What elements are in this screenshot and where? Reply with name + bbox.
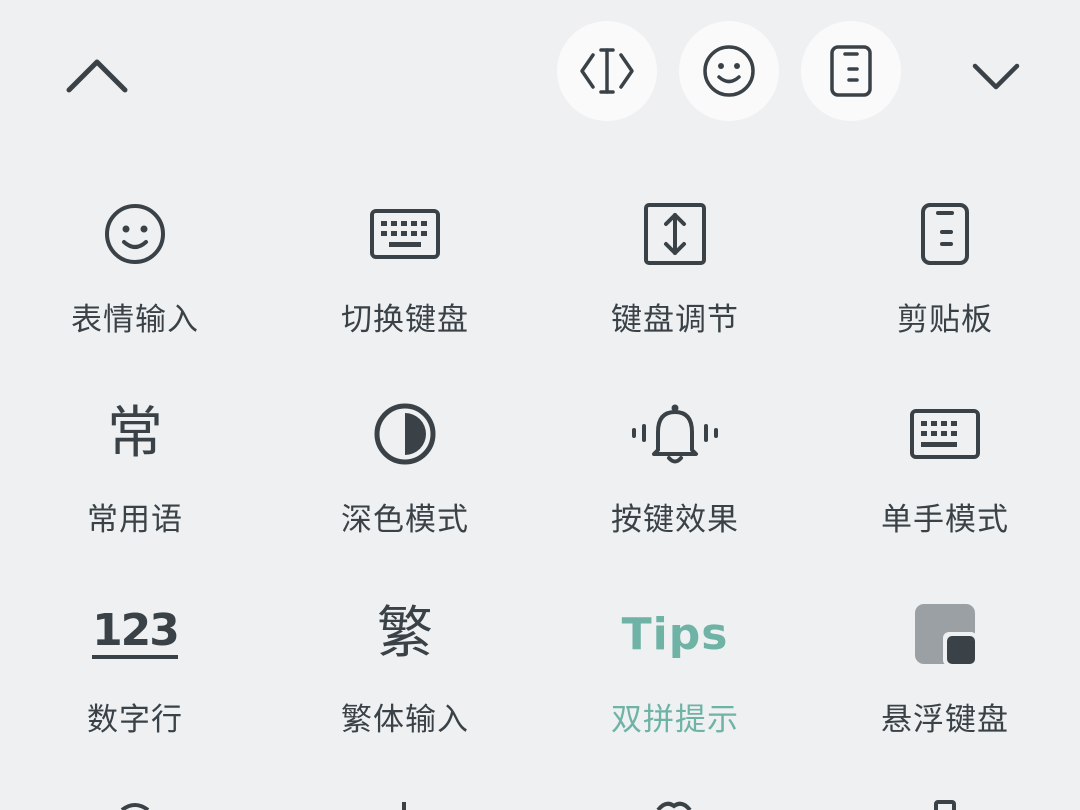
clipboard-button[interactable] xyxy=(801,21,901,121)
smiley-icon xyxy=(703,45,755,97)
grid-item-label: 双拼提示 xyxy=(611,702,739,738)
number-row-icon: 123 xyxy=(92,609,180,659)
grid-item-clipboard[interactable]: 剪贴板 xyxy=(810,180,1080,380)
hide-keyboard-button[interactable] xyxy=(946,26,1046,126)
smiley-icon xyxy=(105,204,165,264)
partial-icon xyxy=(120,803,150,810)
grid-item-key-effect[interactable]: 按键效果 xyxy=(540,380,810,580)
grid-item-label: 繁体输入 xyxy=(341,702,469,738)
chevron-up-icon xyxy=(66,59,128,93)
text-cursor-move-icon xyxy=(580,48,634,94)
traditional-char-icon: 繁 xyxy=(377,601,433,666)
grid-item-label: 深色模式 xyxy=(341,502,469,538)
grid-item-shuangpin-tips[interactable]: Tips 双拼提示 xyxy=(540,580,810,780)
resize-vertical-icon xyxy=(644,203,706,265)
partial-icon xyxy=(934,800,956,810)
chevron-down-icon xyxy=(972,63,1020,90)
partial-icon xyxy=(656,801,692,810)
partial-icon xyxy=(402,802,406,810)
cursor-move-button[interactable] xyxy=(557,21,657,121)
grid-item-label: 常用语 xyxy=(87,502,183,538)
grid-item-label: 按键效果 xyxy=(611,502,739,538)
grid-item-keyboard-adjust[interactable]: 键盘调节 xyxy=(540,180,810,380)
tips-icon: Tips xyxy=(621,608,729,660)
keyboard-icon xyxy=(370,209,440,259)
floating-window-icon xyxy=(915,604,977,666)
grid-item-switch-keyboard[interactable]: 切换键盘 xyxy=(270,180,540,380)
grid-item-label: 表情输入 xyxy=(71,302,199,338)
grid-item-label: 切换键盘 xyxy=(341,302,469,338)
grid-item-one-hand-mode[interactable]: 单手模式 xyxy=(810,380,1080,580)
grid-item-label: 悬浮键盘 xyxy=(881,702,1009,738)
collapse-button[interactable] xyxy=(47,26,147,126)
next-row-partial xyxy=(0,798,1080,810)
grid-item-common-phrases[interactable]: 常 常用语 xyxy=(0,380,270,580)
half-circle-icon xyxy=(374,403,436,465)
clipboard-icon xyxy=(921,203,969,265)
grid-item-dark-mode[interactable]: 深色模式 xyxy=(270,380,540,580)
grid-item-label: 剪贴板 xyxy=(897,302,993,338)
emoji-button[interactable] xyxy=(679,21,779,121)
bell-vibrate-icon xyxy=(632,404,718,464)
grid-item-floating-keyboard[interactable]: 悬浮键盘 xyxy=(810,580,1080,780)
clipboard-icon xyxy=(830,45,872,97)
phrase-char-icon: 常 xyxy=(107,401,163,466)
keyboard-toolbar xyxy=(0,0,1080,140)
grid-item-number-row[interactable]: 123 数字行 xyxy=(0,580,270,780)
keyboard-icon xyxy=(910,409,980,459)
grid-item-label: 数字行 xyxy=(87,702,183,738)
grid-item-label: 键盘调节 xyxy=(611,302,739,338)
grid-item-emoji-input[interactable]: 表情输入 xyxy=(0,180,270,380)
grid-item-traditional-input[interactable]: 繁 繁体输入 xyxy=(270,580,540,780)
grid-item-label: 单手模式 xyxy=(881,502,1009,538)
